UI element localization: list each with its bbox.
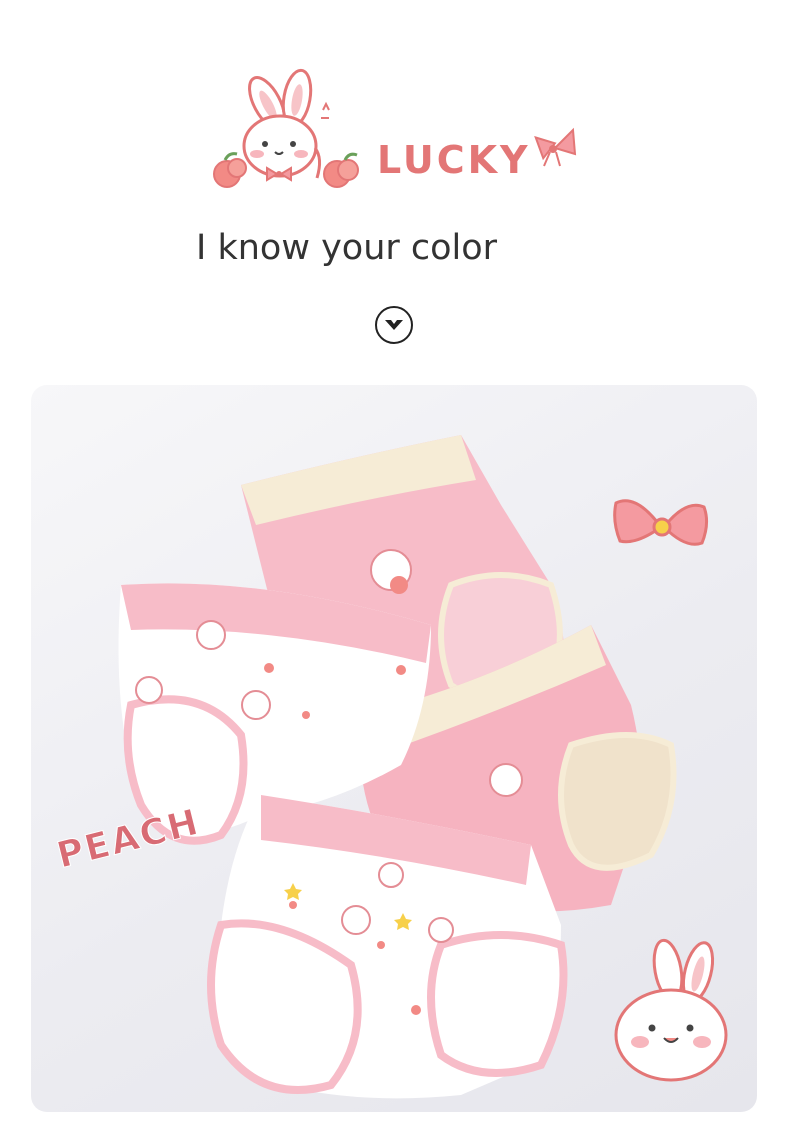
page-tagline: I know your color: [196, 228, 498, 268]
product-photo: PEACH: [31, 385, 757, 1112]
brand-logo-text: LUCKY: [377, 138, 531, 182]
chevron-down-icon: [385, 320, 403, 330]
bow-decoration: [613, 499, 709, 546]
bunny-head-decoration: [614, 938, 728, 1082]
scroll-down-button[interactable]: [375, 306, 413, 344]
product-photo-illustration: [118, 435, 728, 1099]
